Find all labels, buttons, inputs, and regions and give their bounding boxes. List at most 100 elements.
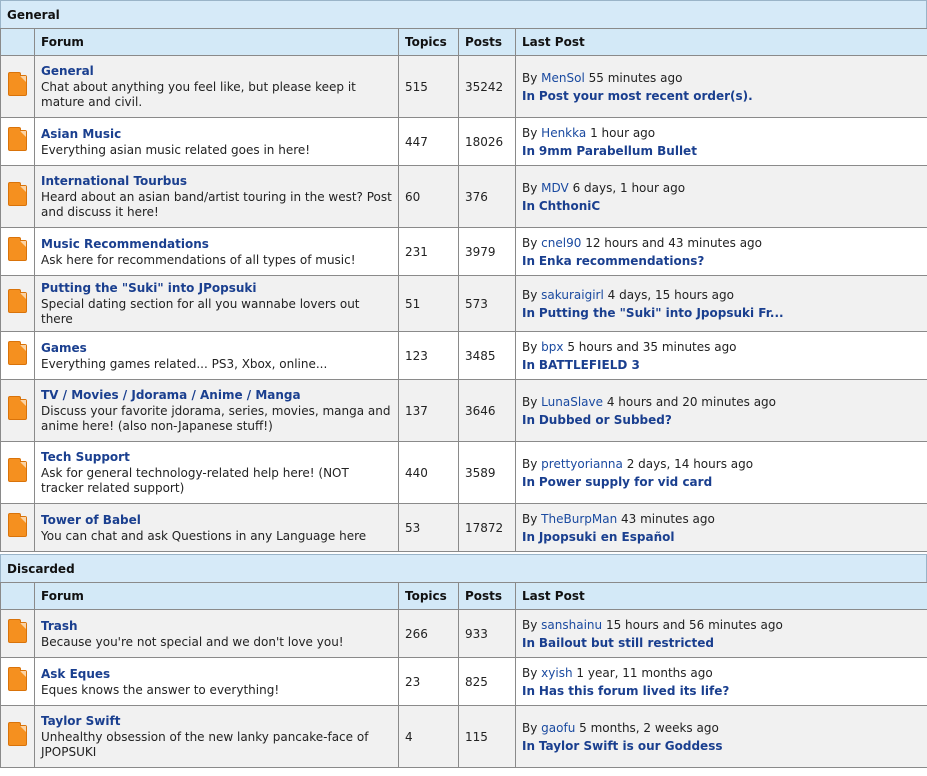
- forum-status-cell: [0, 227, 35, 276]
- table-header-row: Forum Topics Posts Last Post: [0, 582, 927, 610]
- folder-icon: [8, 666, 27, 691]
- last-post-cell: By bpx 5 hours and 35 minutes ago In BATT…: [515, 331, 927, 380]
- last-post-thread-link[interactable]: Putting the "Suki" into Jpopsuki Fr...: [539, 306, 784, 320]
- last-post-author-line: By prettyorianna 2 days, 14 hours ago: [522, 455, 921, 473]
- last-post-cell: By MenSol 55 minutes ago In Post your mos…: [515, 55, 927, 118]
- last-post-user-link[interactable]: sanshainu: [541, 618, 602, 632]
- in-label: In: [522, 474, 536, 489]
- last-post-author-line: By TheBurpMan 43 minutes ago: [522, 510, 921, 528]
- forum-status-cell: [0, 117, 35, 166]
- last-post-thread-link[interactable]: BATTLEFIELD 3: [539, 358, 640, 372]
- last-post-time: 5 months, 2 weeks ago: [579, 720, 719, 735]
- last-post-cell: By cnel90 12 hours and 43 minutes ago In …: [515, 227, 927, 276]
- forum-title-link[interactable]: Tech Support: [41, 449, 392, 466]
- last-post-thread-line: In Post your most recent order(s).: [522, 87, 921, 105]
- forum-status-cell: [0, 275, 35, 332]
- last-post-thread-line: In Dubbed or Subbed?: [522, 411, 921, 429]
- last-post-thread-link[interactable]: ChthoniC: [539, 199, 600, 213]
- last-post-time: 5 hours and 35 minutes ago: [567, 339, 737, 354]
- last-post-user-link[interactable]: TheBurpMan: [541, 512, 617, 526]
- forum-status-cell: [0, 165, 35, 228]
- forum-row: Asian Music Everything asian music relate…: [0, 117, 927, 166]
- last-post-thread-link[interactable]: Has this forum lived its life?: [539, 684, 729, 698]
- last-post-thread-link[interactable]: Post your most recent order(s).: [539, 89, 753, 103]
- posts-count: 3979: [458, 227, 516, 276]
- last-post-thread-link[interactable]: Enka recommendations?: [539, 254, 705, 268]
- last-post-thread-line: In Taylor Swift is our Goddess: [522, 737, 921, 755]
- forum-info-cell: Taylor Swift Unhealthy obsession of the n…: [34, 705, 399, 768]
- forum-row: Trash Because you're not special and we d…: [0, 609, 927, 658]
- forum-title-link[interactable]: Putting the "Suki" into JPopsuki: [41, 280, 392, 297]
- last-post-user-link[interactable]: sakuraigirl: [541, 288, 604, 302]
- forum-info-cell: Tech Support Ask for general technology-r…: [34, 441, 399, 504]
- last-post-cell: By LunaSlave 4 hours and 20 minutes ago I…: [515, 379, 927, 442]
- by-label: By: [522, 720, 538, 735]
- forum-title-link[interactable]: Music Recommendations: [41, 236, 392, 253]
- forum-title-link[interactable]: Taylor Swift: [41, 713, 392, 730]
- forum-row: Taylor Swift Unhealthy obsession of the n…: [0, 705, 927, 768]
- general-forum-list: General Chat about anything you feel like…: [0, 55, 927, 552]
- last-post-thread-link[interactable]: Taylor Swift is our Goddess: [539, 739, 723, 753]
- last-post-user-link[interactable]: prettyorianna: [541, 457, 623, 471]
- last-post-user-link[interactable]: MDV: [541, 181, 569, 195]
- general-forum-table: Forum Topics Posts Last Post General Chat…: [0, 28, 927, 552]
- posts-count: 3485: [458, 331, 516, 380]
- last-post-thread-link[interactable]: Dubbed or Subbed?: [539, 413, 672, 427]
- forum-title-link[interactable]: Asian Music: [41, 126, 392, 143]
- forum-description: Everything games related... PS3, Xbox, o…: [41, 356, 328, 371]
- forum-title-link[interactable]: Ask Eques: [41, 666, 392, 683]
- forum-row: TV / Movies / Jdorama / Anime / Manga Dis…: [0, 379, 927, 442]
- last-post-user-link[interactable]: cnel90: [541, 236, 581, 250]
- last-post-author-line: By cnel90 12 hours and 43 minutes ago: [522, 234, 921, 252]
- last-post-user-link[interactable]: gaofu: [541, 721, 575, 735]
- in-label: In: [522, 198, 536, 213]
- folder-icon: [8, 512, 27, 537]
- last-post-author-line: By MenSol 55 minutes ago: [522, 69, 921, 87]
- last-post-user-link[interactable]: bpx: [541, 340, 563, 354]
- last-post-thread-line: In ChthoniC: [522, 197, 921, 215]
- forum-title-link[interactable]: International Tourbus: [41, 173, 392, 190]
- forum-title-link[interactable]: General: [41, 63, 392, 80]
- posts-count: 115: [458, 705, 516, 768]
- forum-description: Eques knows the answer to everything!: [41, 682, 280, 697]
- last-post-time: 2 days, 14 hours ago: [626, 456, 754, 471]
- last-post-cell: By sanshainu 15 hours and 56 minutes ago…: [515, 609, 927, 658]
- last-post-author-line: By gaofu 5 months, 2 weeks ago: [522, 719, 921, 737]
- posts-count: 573: [458, 275, 516, 332]
- in-label: In: [522, 305, 536, 320]
- by-label: By: [522, 511, 538, 526]
- last-post-cell: By Henkka 1 hour ago In 9mm Parabellum Bu…: [515, 117, 927, 166]
- last-post-user-link[interactable]: MenSol: [541, 71, 585, 85]
- discarded-forum-list: Trash Because you're not special and we d…: [0, 609, 927, 768]
- header-last-post: Last Post: [515, 28, 927, 56]
- forum-row: Music Recommendations Ask here for recomm…: [0, 227, 927, 276]
- topics-count: 440: [398, 441, 459, 504]
- forum-row: General Chat about anything you feel like…: [0, 55, 927, 118]
- forum-title-link[interactable]: Trash: [41, 618, 392, 635]
- last-post-thread-line: In Enka recommendations?: [522, 252, 921, 270]
- last-post-thread-link[interactable]: Bailout but still restricted: [539, 636, 714, 650]
- forum-row: Tech Support Ask for general technology-r…: [0, 441, 927, 504]
- forum-title-link[interactable]: Tower of Babel: [41, 512, 392, 529]
- last-post-thread-link[interactable]: Jpopsuki en Español: [539, 530, 675, 544]
- header-icon-cell: [0, 28, 35, 56]
- last-post-thread-link[interactable]: 9mm Parabellum Bullet: [539, 144, 697, 158]
- posts-count: 376: [458, 165, 516, 228]
- forum-title-link[interactable]: TV / Movies / Jdorama / Anime / Manga: [41, 387, 392, 404]
- topics-count: 51: [398, 275, 459, 332]
- last-post-user-link[interactable]: Henkka: [541, 126, 586, 140]
- last-post-user-link[interactable]: LunaSlave: [541, 395, 603, 409]
- header-last-post: Last Post: [515, 582, 927, 610]
- last-post-author-line: By bpx 5 hours and 35 minutes ago: [522, 338, 921, 356]
- last-post-user-link[interactable]: xyish: [541, 666, 572, 680]
- forum-description: Heard about an asian band/artist touring…: [41, 190, 392, 219]
- folder-icon: [8, 340, 27, 365]
- last-post-thread-link[interactable]: Power supply for vid card: [539, 475, 712, 489]
- folder-icon: [8, 236, 27, 261]
- forum-title-link[interactable]: Games: [41, 340, 392, 357]
- forum-description: Everything asian music related goes in h…: [41, 142, 311, 157]
- last-post-thread-line: In Has this forum lived its life?: [522, 682, 921, 700]
- by-label: By: [522, 287, 538, 302]
- forum-info-cell: Trash Because you're not special and we d…: [34, 609, 399, 658]
- forum-row: Games Everything games related... PS3, Xb…: [0, 331, 927, 380]
